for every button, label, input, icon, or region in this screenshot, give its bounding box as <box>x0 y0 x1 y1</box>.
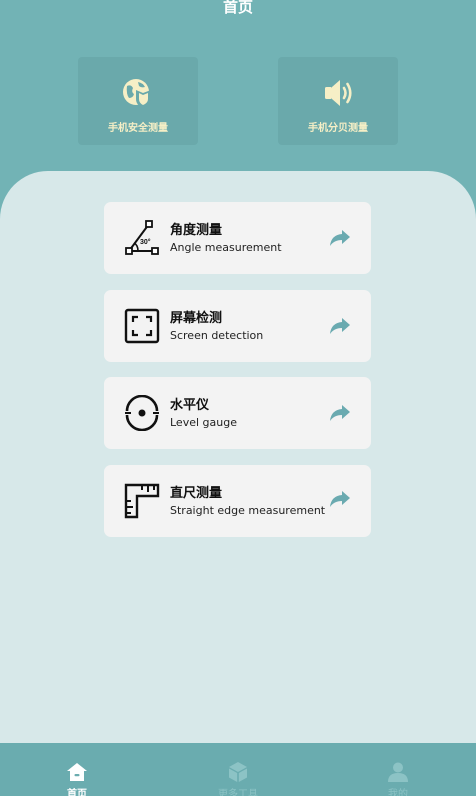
page-title: 首页 <box>222 0 253 16</box>
shield-globe-icon <box>121 76 155 110</box>
user-icon <box>387 761 409 783</box>
share-arrow-icon[interactable] <box>329 403 351 423</box>
speaker-icon <box>321 76 355 110</box>
screen-detection-card[interactable]: 屏幕检测 Screen detection <box>104 290 371 362</box>
bottom-tab-bar: 首页 更多工具 我的 <box>0 743 476 796</box>
card-subtitle: Screen detection <box>170 329 264 342</box>
phone-decibel-tile[interactable]: 手机分贝测量 <box>278 57 398 145</box>
card-subtitle: Angle measurement <box>170 241 282 254</box>
tab-label: 我的 <box>388 789 408 796</box>
phone-decibel-label: 手机分贝测量 <box>308 123 368 134</box>
home-icon <box>66 761 88 783</box>
screen-frame-icon <box>124 308 160 344</box>
ruler-icon <box>124 483 160 519</box>
svg-text:30°: 30° <box>140 238 151 246</box>
cube-icon <box>227 761 249 783</box>
straight-edge-card[interactable]: 直尺测量 Straight edge measurement <box>104 465 371 537</box>
card-title: 直尺测量 <box>170 486 223 501</box>
card-title: 屏幕检测 <box>170 311 223 326</box>
tab-more-tools[interactable]: 更多工具 <box>203 761 273 796</box>
share-arrow-icon[interactable] <box>329 316 351 336</box>
tab-label: 更多工具 <box>218 789 258 796</box>
tab-home[interactable]: 首页 <box>42 761 112 796</box>
tab-mine[interactable]: 我的 <box>363 761 433 796</box>
card-title: 角度测量 <box>170 223 223 238</box>
card-subtitle: Straight edge measurement <box>170 504 326 517</box>
share-arrow-icon[interactable] <box>329 228 351 248</box>
card-title: 水平仪 <box>170 398 210 413</box>
phone-security-tile[interactable]: 手机安全测量 <box>78 57 198 145</box>
angle-measurement-card[interactable]: 30° 角度测量 Angle measurement <box>104 202 371 274</box>
card-subtitle: Level gauge <box>170 416 237 429</box>
share-arrow-icon[interactable] <box>329 489 351 509</box>
angle-icon: 30° <box>124 220 160 256</box>
level-gauge-card[interactable]: 水平仪 Level gauge <box>104 377 371 449</box>
phone-security-label: 手机安全测量 <box>108 123 168 134</box>
level-icon <box>124 394 160 432</box>
tab-label: 首页 <box>67 789 87 796</box>
